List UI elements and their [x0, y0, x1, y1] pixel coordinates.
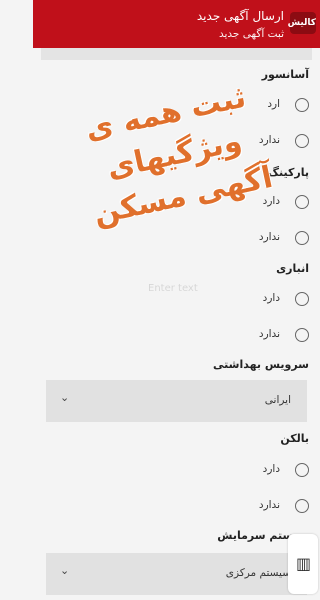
store-badge-icon: ▥: [288, 534, 318, 594]
radio-unchecked-icon[interactable]: [295, 499, 309, 513]
app-logo: کالیش: [288, 12, 316, 34]
cooling-select[interactable]: سیستم مرکزی ⌄: [46, 553, 307, 595]
option-label: دارد: [262, 463, 280, 475]
badge-glyph: ▥: [296, 554, 312, 573]
page-title: ارسال آگهی جدید: [196, 9, 284, 23]
chevron-down-icon: ⌄: [60, 391, 70, 404]
radio-unchecked-icon[interactable]: [295, 328, 309, 342]
storage-label: انباری: [276, 262, 309, 275]
sanitary-select[interactable]: ایرانی ⌄: [46, 380, 307, 422]
faint-placeholder-text: Enter text: [148, 283, 198, 294]
option-label: ندارد: [258, 328, 280, 340]
app-bar: کالیش ارسال آگهی جدید ثبت آگهی جدید: [33, 0, 320, 48]
option-label: دارد: [262, 292, 280, 304]
storage-option-no[interactable]: ندارد: [33, 325, 320, 349]
balcony-option-yes[interactable]: دارد: [33, 460, 320, 484]
page-subtitle: ثبت آگهی جدید: [218, 28, 284, 40]
radio-unchecked-icon[interactable]: [295, 231, 309, 245]
option-label: ندارد: [258, 231, 280, 243]
cooling-selected-value: سیستم مرکزی: [225, 567, 291, 579]
sanitary-label: سرویس بهداشتی: [213, 358, 309, 371]
radio-unchecked-icon[interactable]: [295, 292, 309, 306]
balcony-label: بالکن: [280, 432, 309, 445]
sanitary-selected-value: ایرانی: [264, 394, 291, 406]
option-label: ندارد: [258, 499, 280, 511]
radio-unchecked-icon[interactable]: [295, 463, 309, 477]
balcony-option-no[interactable]: ندارد: [33, 496, 320, 520]
chevron-down-icon: ⌄: [60, 564, 70, 577]
